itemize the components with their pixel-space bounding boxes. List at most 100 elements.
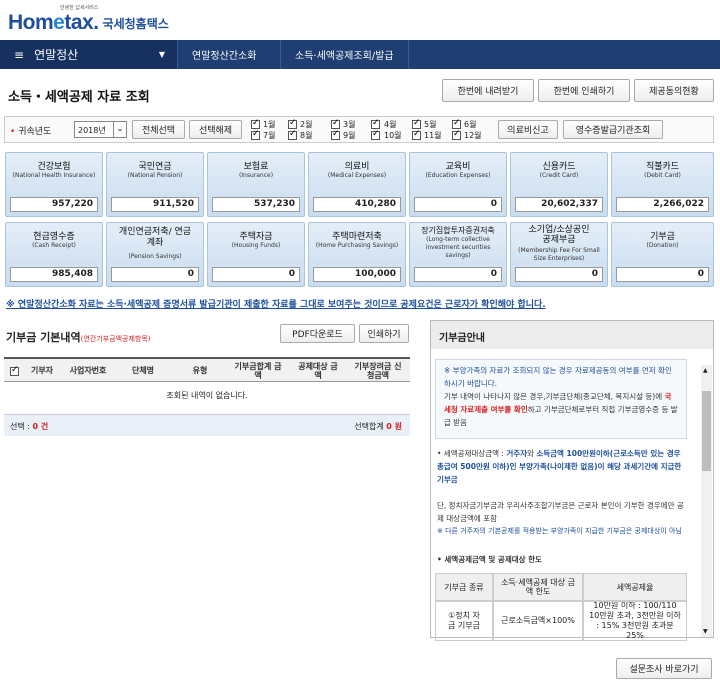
card-health-insurance[interactable]: 건강보험 (National Health Insurance) 957,220 bbox=[5, 152, 103, 217]
col-incentive-amount: 기부장려금 신청금액 bbox=[354, 361, 402, 380]
card-title: 건강보험 bbox=[37, 162, 71, 172]
top-nav: ≡ 연말정산 ▼ 연말정산간소화 소득·세액공제조회/발급 bbox=[0, 40, 720, 69]
page-title: 소득・세액공제 자료 조회 bbox=[8, 90, 150, 105]
card-cash-receipt[interactable]: 현금영수증 (Cash Receipt) 985,408 bbox=[5, 222, 103, 287]
month-2-label: 2월 bbox=[300, 120, 313, 129]
col-org-name: 단체명 bbox=[131, 366, 155, 375]
card-title: 의료비 bbox=[344, 162, 370, 172]
guide-cell-type: ①정치 자금 기부금 bbox=[435, 601, 493, 641]
card-national-pension[interactable]: 국민연금 (National Pension) 911,520 bbox=[106, 152, 204, 217]
month-10-checkbox[interactable] bbox=[371, 129, 380, 140]
nav-menu-dropdown[interactable]: ≡ 연말정산 ▼ bbox=[0, 40, 178, 69]
print-all-button[interactable]: 한번에 인쇄하기 bbox=[538, 79, 630, 102]
card-insurance[interactable]: 보험료 (Insurance) 537,230 bbox=[207, 152, 305, 217]
card-housing-funds[interactable]: 주택자금 (Housing Funds) 0 bbox=[207, 222, 305, 287]
card-long-term-investment[interactable]: 장기집합투자증권저축 (Long-term collective investm… bbox=[409, 222, 507, 287]
month-11-label: 11월 bbox=[424, 131, 442, 140]
card-subtitle: (Insurance) bbox=[238, 172, 274, 179]
download-all-button[interactable]: 한번에 내려받기 bbox=[442, 79, 534, 102]
month-8-checkbox[interactable] bbox=[288, 129, 297, 140]
card-education-expenses[interactable]: 교육비 (Education Expenses) 0 bbox=[409, 152, 507, 217]
month-1-checkbox[interactable] bbox=[251, 118, 260, 129]
select-all-rows-checkbox[interactable] bbox=[10, 365, 19, 376]
guide-scrollbar[interactable]: ▲ ▼ bbox=[701, 365, 712, 637]
table-header: 기부자 사업자번호 단체명 유형 기부금합계 금액 공제대상 금액 기부장려금 … bbox=[4, 357, 410, 382]
select-all-button[interactable]: 전체선택 bbox=[132, 120, 185, 139]
guide-bullet-deduction: • 세액공제대상금액 : 거주자와 소득금액 100만원이하(근로소득만 있는 … bbox=[437, 449, 682, 484]
card-value: 0 bbox=[212, 267, 300, 282]
col-deductible-amount: 공제대상 금액 bbox=[298, 361, 338, 380]
logo-wordmark: Hometax. bbox=[8, 11, 99, 34]
scroll-up-icon[interactable]: ▲ bbox=[703, 367, 708, 374]
month-5-label: 5월 bbox=[424, 120, 437, 129]
card-title: 교육비 bbox=[445, 162, 471, 172]
card-value: 0 bbox=[414, 267, 502, 282]
month-4-label: 4월 bbox=[384, 120, 397, 129]
card-title: 현금영수증 bbox=[33, 232, 75, 242]
month-6-label: 6월 bbox=[464, 120, 477, 129]
card-home-savings[interactable]: 주택마련저축 (Home Purchasing Savings) 100,000 bbox=[308, 222, 406, 287]
month-12-label: 12월 bbox=[464, 131, 482, 140]
card-title: 주택마련저축 bbox=[332, 232, 382, 242]
month-6-checkbox[interactable] bbox=[452, 118, 461, 129]
month-3-label: 3월 bbox=[343, 120, 356, 129]
month-12-checkbox[interactable] bbox=[452, 129, 461, 140]
card-title: 직불카드 bbox=[645, 162, 680, 172]
card-value: 2,266,022 bbox=[616, 197, 709, 212]
card-value: 410,280 bbox=[313, 197, 401, 212]
scroll-down-icon[interactable]: ▼ bbox=[703, 628, 708, 635]
month-9-label: 9월 bbox=[343, 131, 356, 140]
guide-info-box: ※ 부양가족의 자료가 조회되지 않는 경우 자료제공동의 여부를 먼저 확인하… bbox=[435, 359, 687, 439]
year-select[interactable]: 2018년 ⌄ bbox=[74, 121, 127, 138]
section-title-note: (연간기부금액공제항목) bbox=[80, 335, 151, 343]
card-value: 100,000 bbox=[313, 267, 401, 282]
card-title: 보험료 bbox=[243, 162, 269, 172]
summary-bar: 선택 : 0 건 선택합계 0 원 bbox=[4, 414, 410, 436]
chevron-down-icon: ⌄ bbox=[113, 122, 126, 137]
notice-text: ※ 연말정산간소화 자료는 소득·세액공제 증명서류 발급기관이 제출한 자료를… bbox=[6, 300, 546, 310]
card-pension-savings[interactable]: 개인연금저축/ 연금계좌 (Pension Savings) 0 bbox=[106, 222, 204, 287]
hometax-logo[interactable]: 안녕한 납세서비스 Hometax. 국세청홈택스 bbox=[8, 5, 169, 34]
empty-message: 조회된 내역이 없습니다. bbox=[166, 391, 248, 400]
col-total-amount: 기부금합계 금액 bbox=[234, 361, 282, 380]
card-small-enterprise[interactable]: 소기업/소상공인 공제부금 (Membership Fee For Small … bbox=[510, 222, 608, 287]
card-value: 957,220 bbox=[10, 197, 98, 212]
month-4-checkbox[interactable] bbox=[371, 118, 380, 129]
card-credit-card[interactable]: 신용카드 (Credit Card) 20,602,337 bbox=[510, 152, 608, 217]
col-business-number: 사업자번호 bbox=[69, 366, 107, 375]
card-subtitle: (Home Purchasing Savings) bbox=[315, 242, 399, 249]
guide-exception: 단, 정치자금기부금과 우리사주조합기부금은 근로자 본인이 기부한 경우에만 … bbox=[437, 501, 684, 523]
pdf-download-button[interactable]: PDF다운로드 bbox=[280, 324, 355, 343]
hamburger-icon: ≡ bbox=[14, 47, 25, 62]
month-5-checkbox[interactable] bbox=[412, 118, 421, 129]
month-11-checkbox[interactable] bbox=[412, 129, 421, 140]
col-type: 유형 bbox=[192, 366, 208, 375]
scrollbar-thumb[interactable] bbox=[702, 391, 711, 471]
deselect-all-button[interactable]: 선택해제 bbox=[189, 120, 242, 139]
print-button[interactable]: 인쇄하기 bbox=[359, 324, 409, 343]
month-9-checkbox[interactable] bbox=[331, 129, 340, 140]
month-1-label: 1월 bbox=[263, 120, 276, 129]
consent-status-button[interactable]: 제공동의현황 bbox=[634, 79, 714, 102]
selected-count: 선택 : 0 건 bbox=[10, 422, 49, 431]
card-value: 0 bbox=[111, 267, 199, 282]
card-title: 소기업/소상공인 공제부금 bbox=[528, 225, 590, 245]
guide-title: 기부금안내 bbox=[431, 321, 713, 349]
selected-sum: 선택합계 0 원 bbox=[354, 422, 402, 431]
receipt-agency-button[interactable]: 영수증발급기관조회 bbox=[563, 120, 663, 139]
card-donation[interactable]: 기부금 (Donation) 0 bbox=[611, 222, 714, 287]
month-8-label: 8월 bbox=[300, 131, 313, 140]
month-3-checkbox[interactable] bbox=[331, 118, 340, 129]
card-debit-card[interactable]: 직불카드 (Debit Card) 2,266,022 bbox=[611, 152, 714, 217]
breadcrumb-1[interactable]: 연말정산간소화 bbox=[178, 40, 281, 69]
breadcrumb-2[interactable]: 소득·세액공제조회/발급 bbox=[281, 40, 409, 69]
card-title: 장기집합투자증권저축 bbox=[421, 226, 495, 235]
survey-button[interactable]: 설문조사 바로가기 bbox=[616, 658, 712, 679]
card-subtitle: (Medical Expenses) bbox=[327, 172, 387, 179]
card-medical-expenses[interactable]: 의료비 (Medical Expenses) 410,280 bbox=[308, 152, 406, 217]
donation-guide-panel: 기부금안내 ※ 부양가족의 자료가 조회되지 않는 경우 자료제공동의 여부를 … bbox=[430, 320, 714, 641]
card-value: 985,408 bbox=[10, 267, 98, 282]
medical-report-button[interactable]: 의료비신고 bbox=[498, 120, 558, 139]
month-7-checkbox[interactable] bbox=[251, 129, 260, 140]
month-2-checkbox[interactable] bbox=[288, 118, 297, 129]
